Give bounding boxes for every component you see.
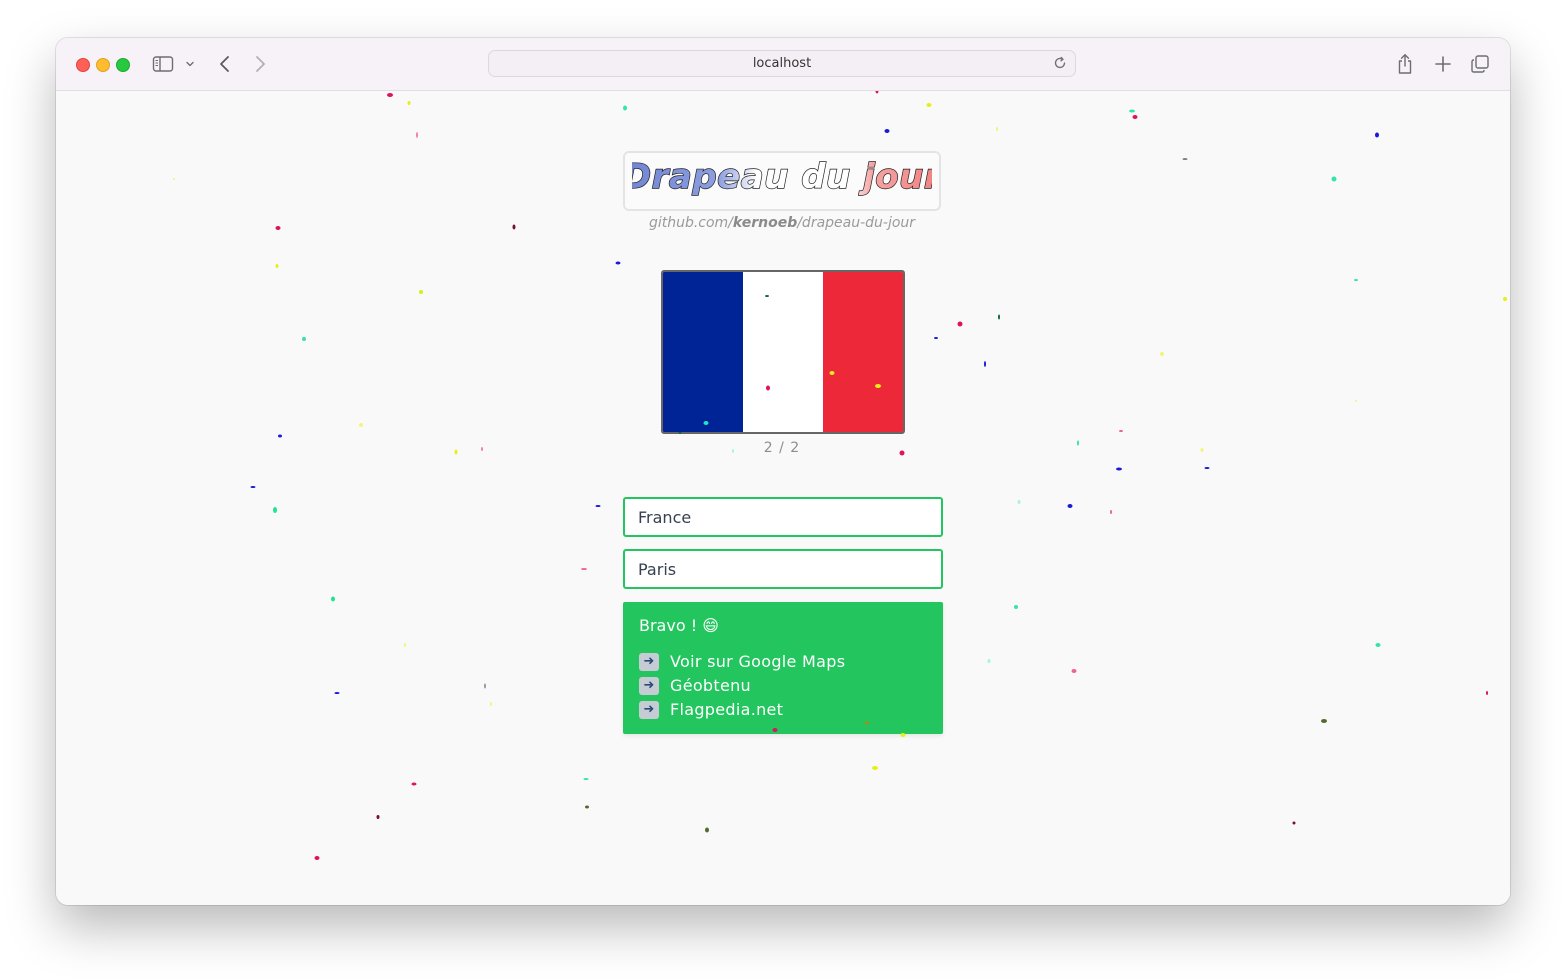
- geobtenu-link-label: Géobtenu: [670, 676, 751, 695]
- repo-prefix: github.com/: [648, 215, 733, 231]
- reload-icon[interactable]: [1053, 56, 1067, 74]
- share-icon[interactable]: [1396, 52, 1414, 76]
- title-wordmark: Drapeau du jour: [622, 156, 943, 197]
- progress-counter: 2 / 2: [763, 440, 801, 456]
- arrow-right-icon: ➜: [639, 677, 659, 695]
- arrow-right-icon: ➜: [639, 701, 659, 719]
- page-title: Drapeau du jour: [622, 153, 943, 210]
- page-content: Drapeau du jour github.com/kernoeb/drape…: [56, 91, 1510, 905]
- title-part-1: Drap: [632, 157, 717, 197]
- back-icon[interactable]: [218, 52, 232, 76]
- minimize-window-button[interactable]: [96, 58, 110, 72]
- sidebar-toggle-icon[interactable]: [152, 52, 174, 76]
- close-window-button[interactable]: [76, 58, 90, 72]
- address-bar[interactable]: localhost: [488, 50, 1076, 77]
- capital-input[interactable]: [623, 549, 943, 589]
- title-part-3: du: [801, 157, 863, 197]
- title-part-2: eau: [717, 157, 801, 197]
- svg-text:Drapeau du jour: Drapeau du jour: [632, 157, 932, 197]
- chevron-down-icon[interactable]: [185, 52, 195, 76]
- flagpedia-link-label: Flagpedia.net: [670, 700, 784, 719]
- maximize-window-button[interactable]: [116, 58, 130, 72]
- flag-image: [661, 270, 905, 434]
- address-text: localhost: [752, 56, 812, 71]
- forward-icon[interactable]: [253, 52, 267, 76]
- browser-toolbar: localhost: [56, 38, 1510, 91]
- repo-link[interactable]: github.com/kernoeb/drapeau-du-jour: [623, 215, 941, 231]
- repo-suffix: /drapeau-du-jour: [797, 215, 916, 231]
- flagpedia-link[interactable]: ➜ Flagpedia.net: [639, 698, 927, 722]
- arrow-right-icon: ➜: [639, 653, 659, 671]
- success-panel: Bravo ! 😄 ➜ Voir sur Google Maps ➜ Géobt…: [623, 602, 943, 734]
- google-maps-link-label: Voir sur Google Maps: [670, 652, 846, 671]
- repo-user: kernoeb: [732, 215, 798, 231]
- title-part-4: jour: [858, 157, 932, 197]
- country-input[interactable]: [623, 497, 943, 537]
- google-maps-link[interactable]: ➜ Voir sur Google Maps: [639, 650, 927, 674]
- browser-window: localhost Drapeau du jou github.com/kern…: [56, 38, 1510, 905]
- success-message: Bravo ! 😄: [639, 616, 719, 635]
- new-tab-icon[interactable]: [1434, 52, 1452, 76]
- flag-band-blue: [663, 272, 743, 432]
- flag-band-white: [743, 272, 823, 432]
- title-box: Drapeau du jour: [622, 151, 943, 211]
- flag-band-red: [823, 272, 903, 432]
- tab-overview-icon[interactable]: [1470, 52, 1490, 76]
- geobtenu-link[interactable]: ➜ Géobtenu: [639, 674, 927, 698]
